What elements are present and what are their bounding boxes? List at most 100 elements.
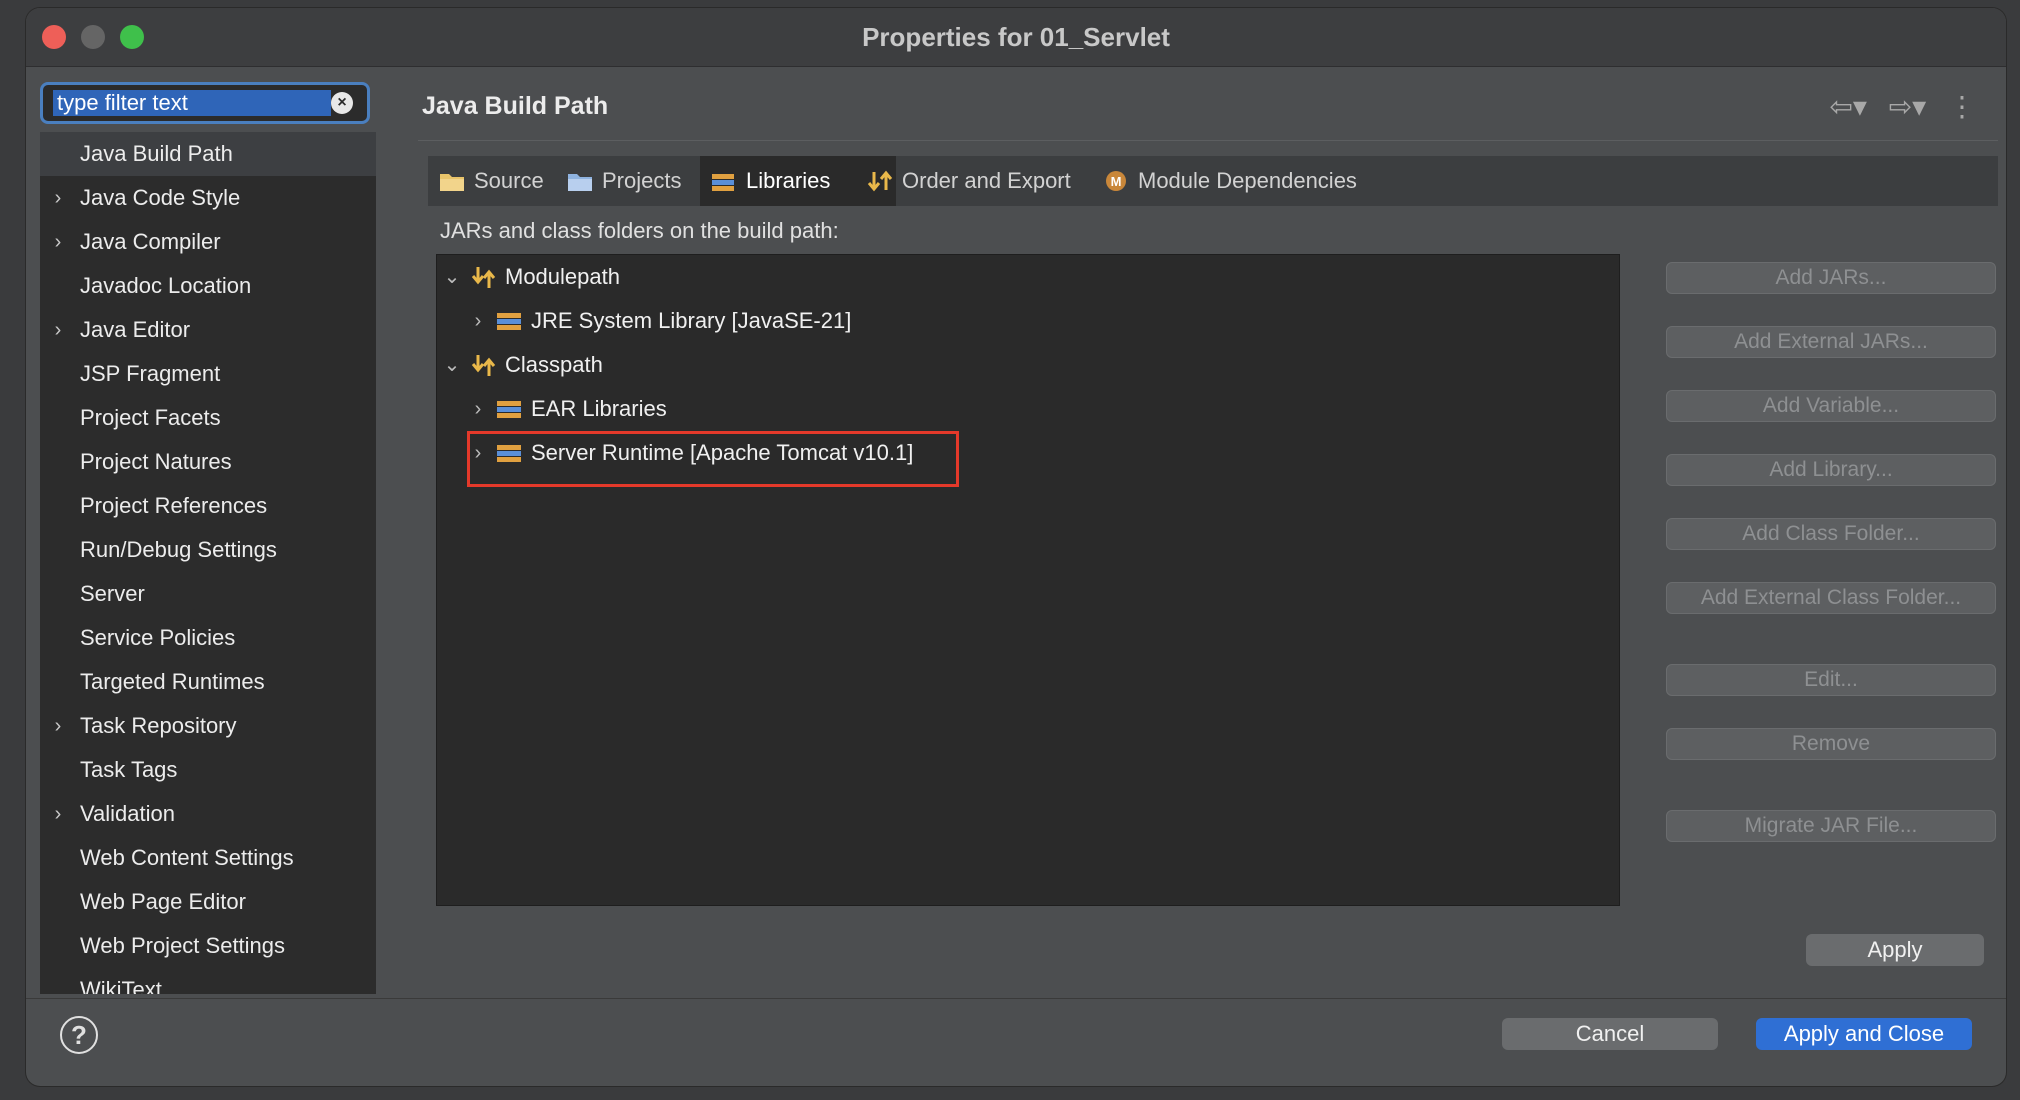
clear-filter-icon[interactable]: × (331, 92, 353, 114)
edit-button[interactable]: Edit... (1666, 664, 1996, 696)
page-title: Java Build Path (422, 92, 609, 120)
build-path-tree: ⌄ Modulepath › JRE System Library [JavaS… (436, 254, 1620, 906)
tree-node-modulepath[interactable]: ⌄ Modulepath (441, 257, 1241, 297)
chevron-right-icon[interactable]: › (48, 176, 68, 220)
nav-item-label: Project Facets (80, 405, 221, 430)
nav-item-task-repository[interactable]: › Task Repository (40, 704, 376, 748)
chevron-right-icon[interactable]: › (467, 301, 489, 341)
nav-item-label: WikiText (80, 977, 162, 994)
tree-node-ear-libraries[interactable]: › EAR Libraries (467, 389, 1267, 429)
nav-item-project-natures[interactable]: Project Natures (40, 440, 376, 484)
nav-item-label: Server (80, 581, 145, 606)
chevron-right-icon[interactable]: › (48, 704, 68, 748)
nav-item-java-code-style[interactable]: › Java Code Style (40, 176, 376, 220)
page-nav: ⇦▾ ⇨▾ ⋮ (1815, 90, 1976, 123)
tree-node-label: Classpath (505, 352, 603, 377)
nav-item-label: Run/Debug Settings (80, 537, 277, 562)
nav-item-project-facets[interactable]: Project Facets (40, 396, 376, 440)
tab-module-dependencies[interactable]: M Module Dependencies (1092, 156, 1428, 206)
right-pane: Java Build Path ⇦▾ ⇨▾ ⋮ Source Projects … (398, 66, 2006, 996)
module-icon: M (1106, 171, 1126, 191)
nav-item-label: Java Build Path (80, 141, 233, 166)
order-export-icon (867, 170, 893, 192)
nav-item-label: Java Code Style (80, 185, 241, 210)
tree-node-label: JRE System Library [JavaSE-21] (531, 308, 852, 333)
section-label: JARs and class folders on the build path… (440, 218, 839, 243)
cancel-button[interactable]: Cancel (1502, 1018, 1718, 1050)
filter-box: × (40, 82, 370, 124)
chevron-right-icon[interactable]: › (48, 308, 68, 352)
forward-arrow-icon[interactable]: ⇨▾ (1889, 91, 1927, 122)
filter-input[interactable] (53, 90, 331, 116)
add-class-folder-button[interactable]: Add Class Folder... (1666, 518, 1996, 550)
nav-item-project-references[interactable]: Project References (40, 484, 376, 528)
libraries-icon (712, 174, 734, 191)
properties-dialog: Properties for 01_Servlet × Java Build P… (26, 8, 2006, 1086)
nav-item-label: Web Page Editor (80, 889, 246, 914)
footer-divider (26, 998, 2006, 999)
nav-item-java-editor[interactable]: › Java Editor (40, 308, 376, 352)
nav-item-label: Java Compiler (80, 229, 221, 254)
nav-item-java-build-path[interactable]: Java Build Path (40, 132, 376, 176)
svg-text:M: M (1111, 174, 1122, 189)
nav-item-javadoc-location[interactable]: Javadoc Location (40, 264, 376, 308)
tab-label: Source (474, 168, 544, 193)
add-library-button[interactable]: Add Library... (1666, 454, 1996, 486)
nav-item-label: Validation (80, 801, 175, 826)
apply-and-close-button[interactable]: Apply and Close (1756, 1018, 1972, 1050)
title-bar: Properties for 01_Servlet (26, 8, 2006, 67)
nav-item-label: Web Project Settings (80, 933, 286, 958)
add-external-jars-button[interactable]: Add External JARs... (1666, 326, 1996, 358)
nav-item-label: Service Policies (80, 625, 236, 650)
nav-item-web-content-settings[interactable]: Web Content Settings (40, 836, 376, 880)
property-pages-tree: Java Build Path › Java Code Style › Java… (40, 132, 376, 994)
nav-item-web-page-editor[interactable]: Web Page Editor (40, 880, 376, 924)
add-jars-button[interactable]: Add JARs... (1666, 262, 1996, 294)
library-icon (497, 401, 521, 418)
chevron-right-icon[interactable]: › (48, 220, 68, 264)
nav-item-label: Java Editor (80, 317, 191, 342)
migrate-jar-button[interactable]: Migrate JAR File... (1666, 810, 1996, 842)
modulepath-icon (471, 267, 496, 288)
nav-item-validation[interactable]: › Validation (40, 792, 376, 836)
tree-node-label: EAR Libraries (531, 396, 667, 421)
nav-item-java-compiler[interactable]: › Java Compiler (40, 220, 376, 264)
add-variable-button[interactable]: Add Variable... (1666, 390, 1996, 422)
tab-label: Libraries (746, 168, 831, 193)
more-menu-icon[interactable]: ⋮ (1948, 91, 1976, 122)
nav-item-label: Web Content Settings (80, 845, 294, 870)
window-title: Properties for 01_Servlet (862, 22, 1170, 52)
nav-item-targeted-runtimes[interactable]: Targeted Runtimes (40, 660, 376, 704)
nav-item-jsp-fragment[interactable]: JSP Fragment (40, 352, 376, 396)
tree-node-jre-system-library[interactable]: › JRE System Library [JavaSE-21] (467, 301, 1267, 341)
chevron-down-icon[interactable]: ⌄ (441, 345, 463, 385)
classpath-icon (471, 355, 496, 376)
tab-label: Order and Export (902, 168, 1071, 193)
remove-button[interactable]: Remove (1666, 728, 1996, 760)
nav-item-service-policies[interactable]: Service Policies (40, 616, 376, 660)
chevron-right-icon[interactable]: › (48, 792, 68, 836)
tab-order-and-export[interactable]: Order and Export (856, 156, 1132, 206)
nav-item-server[interactable]: Server (40, 572, 376, 616)
tree-node-label: Modulepath (505, 264, 620, 289)
header-divider (418, 140, 1998, 141)
nav-item-label: Task Repository (80, 713, 237, 738)
highlight-box (467, 431, 959, 487)
tree-node-classpath[interactable]: ⌄ Classpath (441, 345, 1241, 385)
nav-item-label: Project References (80, 493, 268, 518)
back-arrow-icon[interactable]: ⇦▾ (1829, 91, 1867, 122)
tab-label: Module Dependencies (1138, 168, 1357, 193)
nav-item-task-tags[interactable]: Task Tags (40, 748, 376, 792)
apply-button[interactable]: Apply (1806, 934, 1984, 966)
help-icon[interactable]: ? (60, 1016, 98, 1054)
nav-item-wikitext[interactable]: WikiText (40, 968, 376, 994)
chevron-right-icon[interactable]: › (467, 389, 489, 429)
library-icon (497, 313, 521, 330)
chevron-down-icon[interactable]: ⌄ (441, 257, 463, 297)
nav-item-label: JSP Fragment (80, 361, 221, 386)
nav-item-run-debug-settings[interactable]: Run/Debug Settings (40, 528, 376, 572)
nav-item-label: Task Tags (80, 757, 178, 782)
nav-item-label: Project Natures (80, 449, 232, 474)
add-external-class-folder-button[interactable]: Add External Class Folder... (1666, 582, 1996, 614)
nav-item-web-project-settings[interactable]: Web Project Settings (40, 924, 376, 968)
